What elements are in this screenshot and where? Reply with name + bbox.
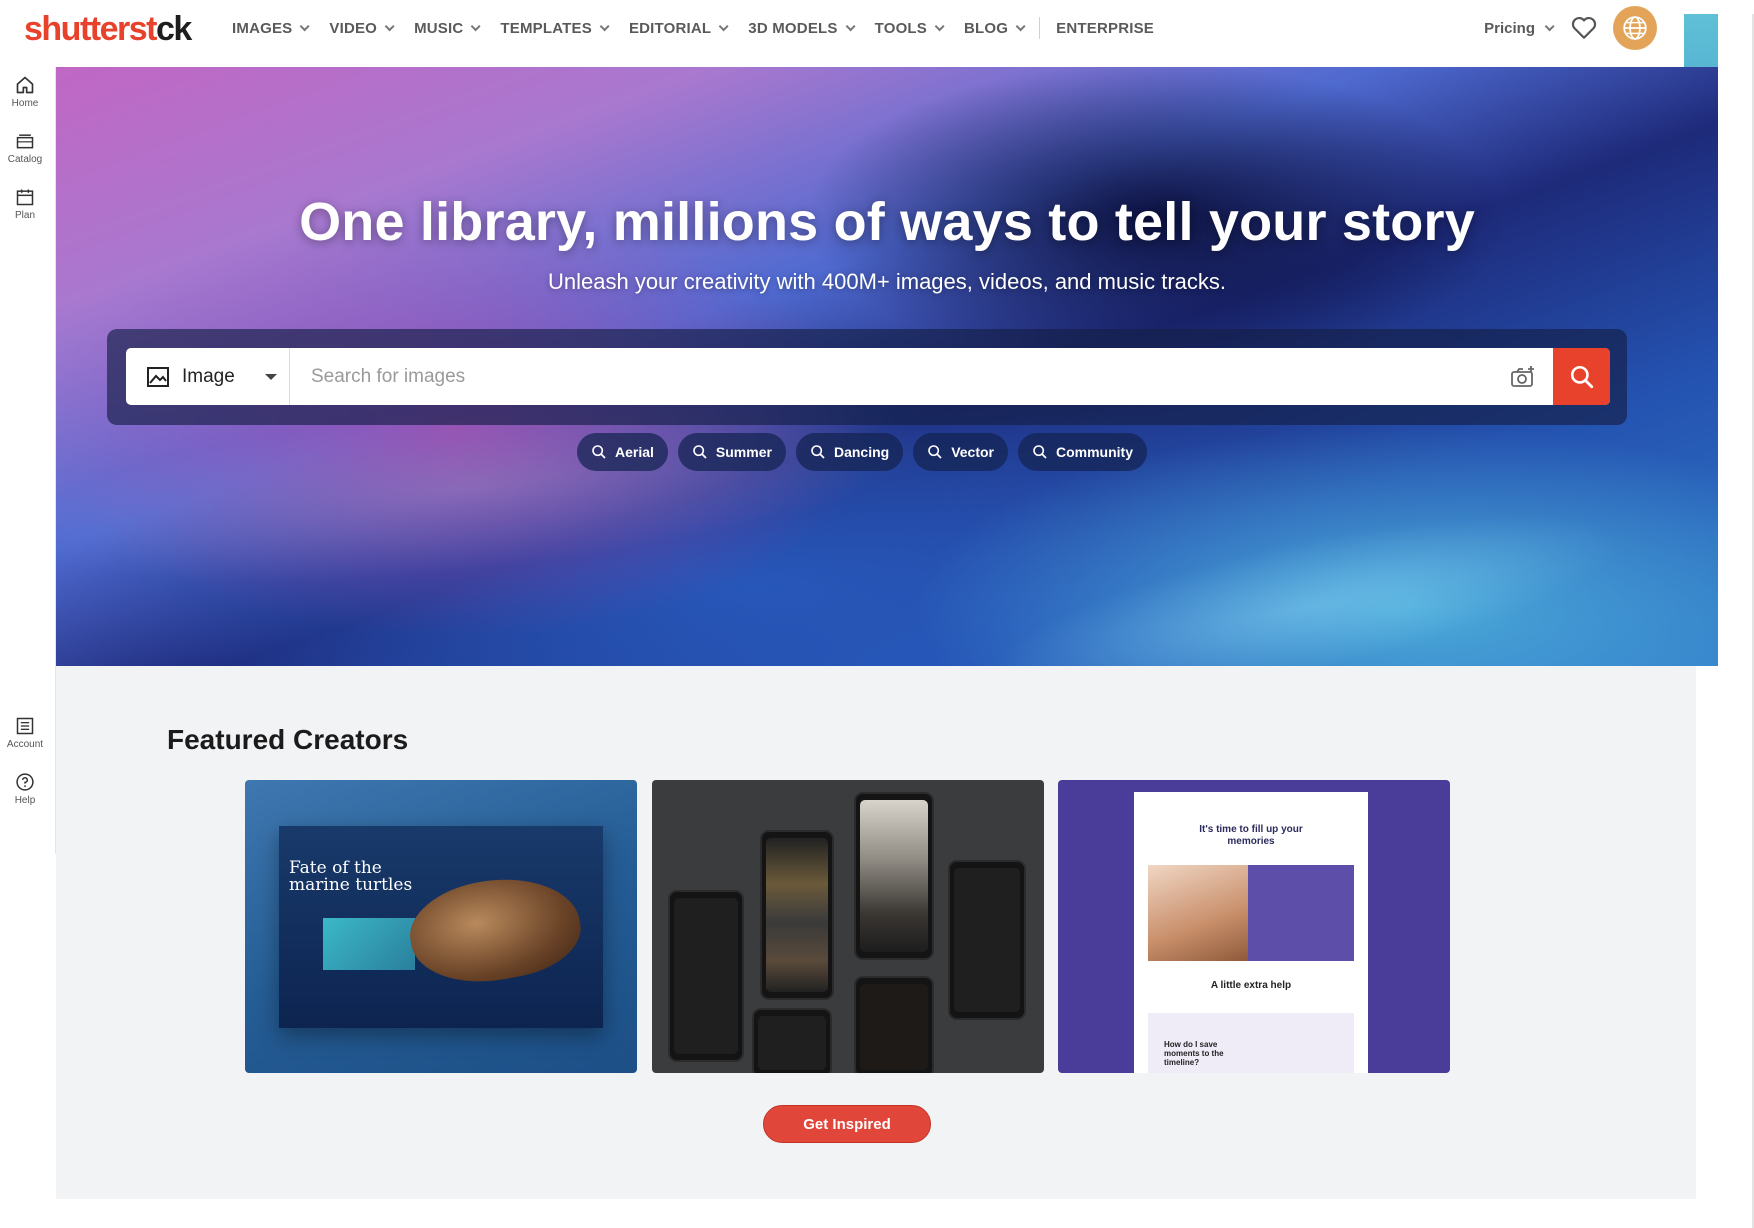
account-list-icon [16,717,34,735]
search-icon [693,445,707,459]
nav-divider [1039,17,1041,39]
rail-home-label: Home [11,98,39,109]
hero-banner: One library, millions of ways to tell yo… [56,67,1718,666]
phone-mockup [854,976,934,1073]
chevron-down-icon [718,20,729,31]
chip-vector[interactable]: Vector [913,433,1008,471]
card3-subheading: A little extra help [1210,980,1292,991]
globe-icon [1623,16,1647,40]
nav-video[interactable]: VIDEO [329,20,395,37]
woman-photo [1148,865,1248,961]
language-globe-button[interactable] [1613,6,1657,50]
rail-home[interactable]: Home [0,75,50,109]
chevron-down-icon [384,20,395,31]
help-icon [16,773,34,791]
media-type-label: Image [182,365,235,387]
top-navbar: shutterstck IMAGES VIDEO MUSIC TEMPLATES… [0,0,1684,67]
search-icon [811,445,825,459]
media-type-select[interactable]: Image [126,348,290,405]
nav-images[interactable]: IMAGES [232,20,310,37]
main-nav: IMAGES VIDEO MUSIC TEMPLATES EDITORIAL 3… [232,0,1177,56]
shutterstock-logo[interactable]: shutterstck [24,10,192,49]
get-inspired-button[interactable]: Get Inspired [763,1105,931,1143]
nav-3d-models[interactable]: 3D MODELS [748,20,856,37]
rail-catalog-label: Catalog [7,154,43,165]
nav-tools[interactable]: TOOLS [875,20,945,37]
nav-enterprise[interactable]: ENTERPRISE [1056,20,1154,37]
search-icon [928,445,942,459]
card3-question: How do I save moments to the timeline? [1164,1040,1224,1067]
chevron-down-icon [471,20,481,31]
creator-card-travel-app[interactable] [652,780,1044,1073]
chip-summer[interactable]: Summer [677,433,786,471]
rail-help[interactable]: Help [0,772,50,806]
image-icon [147,366,169,387]
card3-heading: It's time to fill up your memories [1199,824,1303,847]
right-nav: Pricing [1484,0,1684,56]
chevron-down-icon [1015,20,1026,31]
chevron-down-icon [300,20,310,31]
card-preview-thumbnail [323,918,415,970]
chip-dancing[interactable]: Dancing [795,433,904,471]
phone-mockup [760,830,834,1000]
nav-editorial[interactable]: EDITORIAL [629,20,729,37]
chevron-down-icon [934,20,945,31]
hero-subtitle: Unleash your creativity with 400M+ image… [547,269,1226,294]
card-preview-panel [1248,865,1354,961]
nav-templates[interactable]: TEMPLATES [500,20,610,37]
home-icon [16,76,34,94]
hero-wave-decoration [949,465,1663,666]
search-icon [1033,445,1047,459]
nav-blog[interactable]: BLOG [964,20,1026,37]
rail-catalog[interactable]: Catalog [0,131,50,165]
heart-icon[interactable] [1571,16,1597,40]
chip-aerial[interactable]: Aerial [577,433,668,471]
featured-creators-section: Featured Creators Fate of the marine turt… [56,666,1696,1199]
rail-plan-label: Plan [14,210,35,221]
chevron-down-icon [599,20,610,31]
rail-account-label: Account [6,739,44,750]
search-by-image-button[interactable] [1493,348,1553,405]
phone-mockup [948,860,1026,1020]
phone-mockup [668,890,744,1062]
search-bar: Image [126,348,1610,405]
chevron-down-icon [1544,20,1555,31]
calendar-icon [16,189,34,206]
trending-chips: Aerial Summer Dancing Vector Community [577,433,1157,471]
section-title: Featured Creators [167,724,409,755]
search-button[interactable] [1553,348,1610,405]
search-input[interactable] [290,348,1493,405]
search-icon [1570,365,1593,388]
rail-help-label: Help [14,795,36,806]
catalog-icon [16,134,34,149]
phone-mockup [854,792,934,960]
hero-title: One library, millions of ways to tell yo… [299,192,1475,252]
rail-account[interactable]: Account [0,716,50,750]
phone-mockup [752,1008,832,1073]
chevron-down-icon [845,20,856,31]
caret-down-icon [264,373,277,380]
search-icon [592,445,606,459]
card1-title: Fate of the marine turtles [289,858,413,895]
camera-plus-icon [1511,365,1534,387]
left-rail: Home Catalog Plan Account Help [0,67,56,854]
nav-music[interactable]: MUSIC [414,20,481,37]
creator-card-memories-app[interactable]: It's time to fill up your memories A litt… [1058,780,1450,1073]
creator-card-turtles[interactable]: Fate of the marine turtles [245,780,637,1073]
rail-plan[interactable]: Plan [0,187,50,221]
chip-community[interactable]: Community [1018,433,1147,471]
pricing-menu[interactable]: Pricing [1484,20,1555,37]
